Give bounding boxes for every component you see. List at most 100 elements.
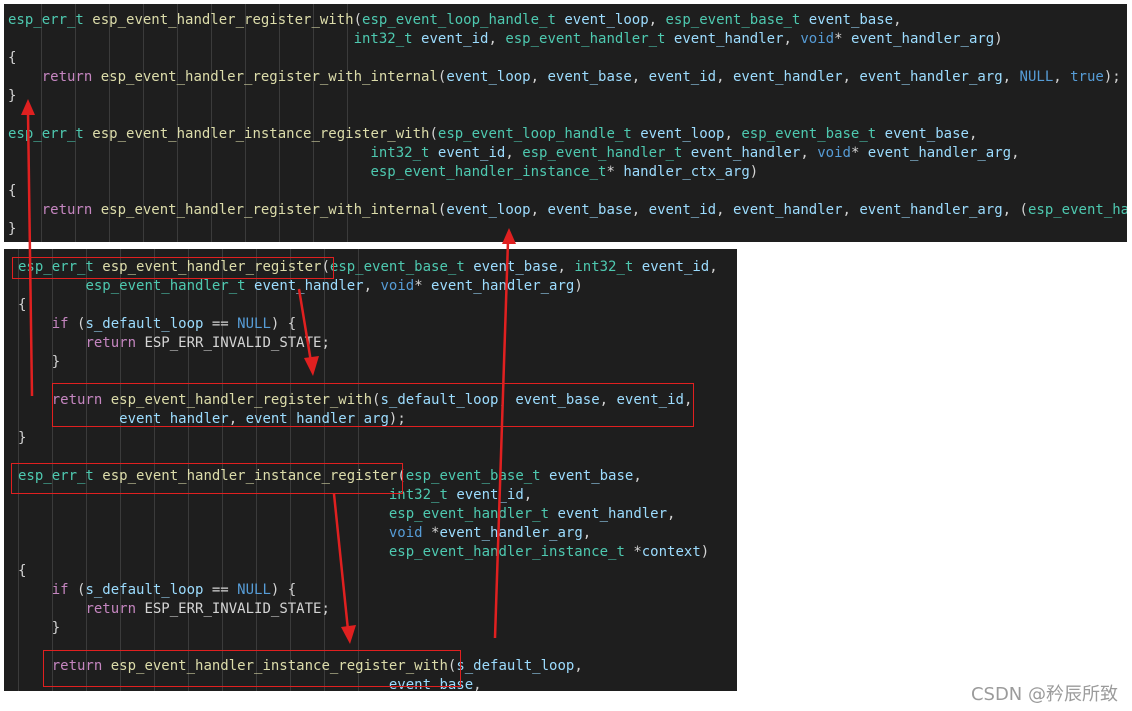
code-token: , [488,31,506,47]
code-line: return ESP_ERR_INVALID_STATE; [4,334,737,353]
code-token: void [800,31,835,47]
code-token: event_handler [557,506,668,522]
code-token: ) [994,31,1003,47]
code-token: * [606,164,624,180]
code-token: esp_err_t [8,12,84,28]
code-token: event_id [648,69,717,85]
code-line: esp_event_handler_t event_handler, void*… [4,277,737,296]
code-token: void [388,525,423,541]
code-token: esp_event_loop_handle_t [437,126,632,142]
code-token: esp_event_handler_t [505,31,666,47]
code-token: event_base [547,69,632,85]
code-line: { [4,562,737,581]
code-token: ; [321,335,330,351]
code-token: NULL [1019,69,1054,85]
code-token: , [1002,69,1020,85]
code-token: return [85,601,137,617]
code-line: if (s_default_loop == NULL) { [4,315,737,334]
code-token: , [783,31,801,47]
code-token: esp_event_base_t [665,12,801,28]
code-token: s_default_loop [85,316,204,332]
code-line: return ESP_ERR_INVALID_STATE; [4,600,737,619]
code-token: void [817,145,851,161]
code-token: event_id [641,259,710,275]
code-line: } [4,429,737,448]
code-token: ; [321,601,330,617]
code-token: ESP_ERR_INVALID_STATE [144,601,322,617]
code-token: event_loop [446,202,531,218]
code-token: NULL [237,316,271,332]
code-line: esp_event_handler_t event_handler, [4,505,737,524]
highlight-box-return-instance-register-with [43,650,461,687]
code-token: event_id [437,145,506,161]
code-token: esp_event_handler_register_with [92,12,354,28]
code-token: , [557,259,575,275]
code-token: , [523,487,533,503]
code-token: if [51,316,69,332]
code-line: } [4,619,737,638]
code-token: esp_event_base_t [741,126,877,142]
code-token: } [18,430,27,446]
code-token: event_id [456,487,524,503]
code-token: s_default_loop [85,582,204,598]
code-token: , [842,202,860,218]
code-token: event_base [884,126,969,142]
highlight-box-instance-register [11,463,403,494]
code-token: esp_event_handler_register_with_internal [100,202,438,218]
code-token: esp_event_base_t [405,468,541,484]
code-token: * [624,544,642,560]
code-token: int32_t [370,145,430,161]
code-token: } [18,354,61,370]
code-token: { [18,563,27,579]
code-line: return esp_event_handler_register_with_i… [4,68,1127,87]
code-line: esp_err_t esp_event_handler_register_wit… [4,11,1127,30]
code-token: { [18,297,27,313]
code-token: esp_event_handler_instance_register_with [92,126,430,142]
code-line: esp_err_t esp_event_handler_instance_reg… [4,125,1127,144]
code-token: NULL [237,582,271,598]
code-token: , [968,126,978,142]
code-token: event_handler [690,145,801,161]
code-token: , [800,145,818,161]
watermark: CSDN @矜辰所致 [970,684,1118,705]
code-token: , ( [1002,202,1028,218]
code-token: event_base [547,202,632,218]
code-token: ESP_ERR_INVALID_STATE [144,335,322,351]
code-token: * [850,145,868,161]
code-token: , [631,69,649,85]
code-token: == [203,582,238,598]
code-token: event_handler [673,31,784,47]
code-token: event_loop [564,12,649,28]
code-token: int32_t [574,259,634,275]
code-token: , [842,69,860,85]
code-token: esp_event_base_t [329,259,465,275]
code-token: , [667,506,676,522]
code-token: void [380,278,415,294]
code-token: event_handler_arg [431,278,575,294]
code-token: ) [700,544,710,560]
code-token: , [716,69,733,85]
code-token: event_handler_arg [859,69,1003,85]
code-token: , [648,12,666,28]
code-token: esp_event_handler_instance_t [388,544,625,560]
code-line: return esp_event_handler_register_with_i… [4,201,1127,220]
code-token: , [1011,145,1020,161]
code-line: } [4,87,1127,106]
code-token: event_handler [732,69,843,85]
code-token: esp_err_t [8,126,84,142]
